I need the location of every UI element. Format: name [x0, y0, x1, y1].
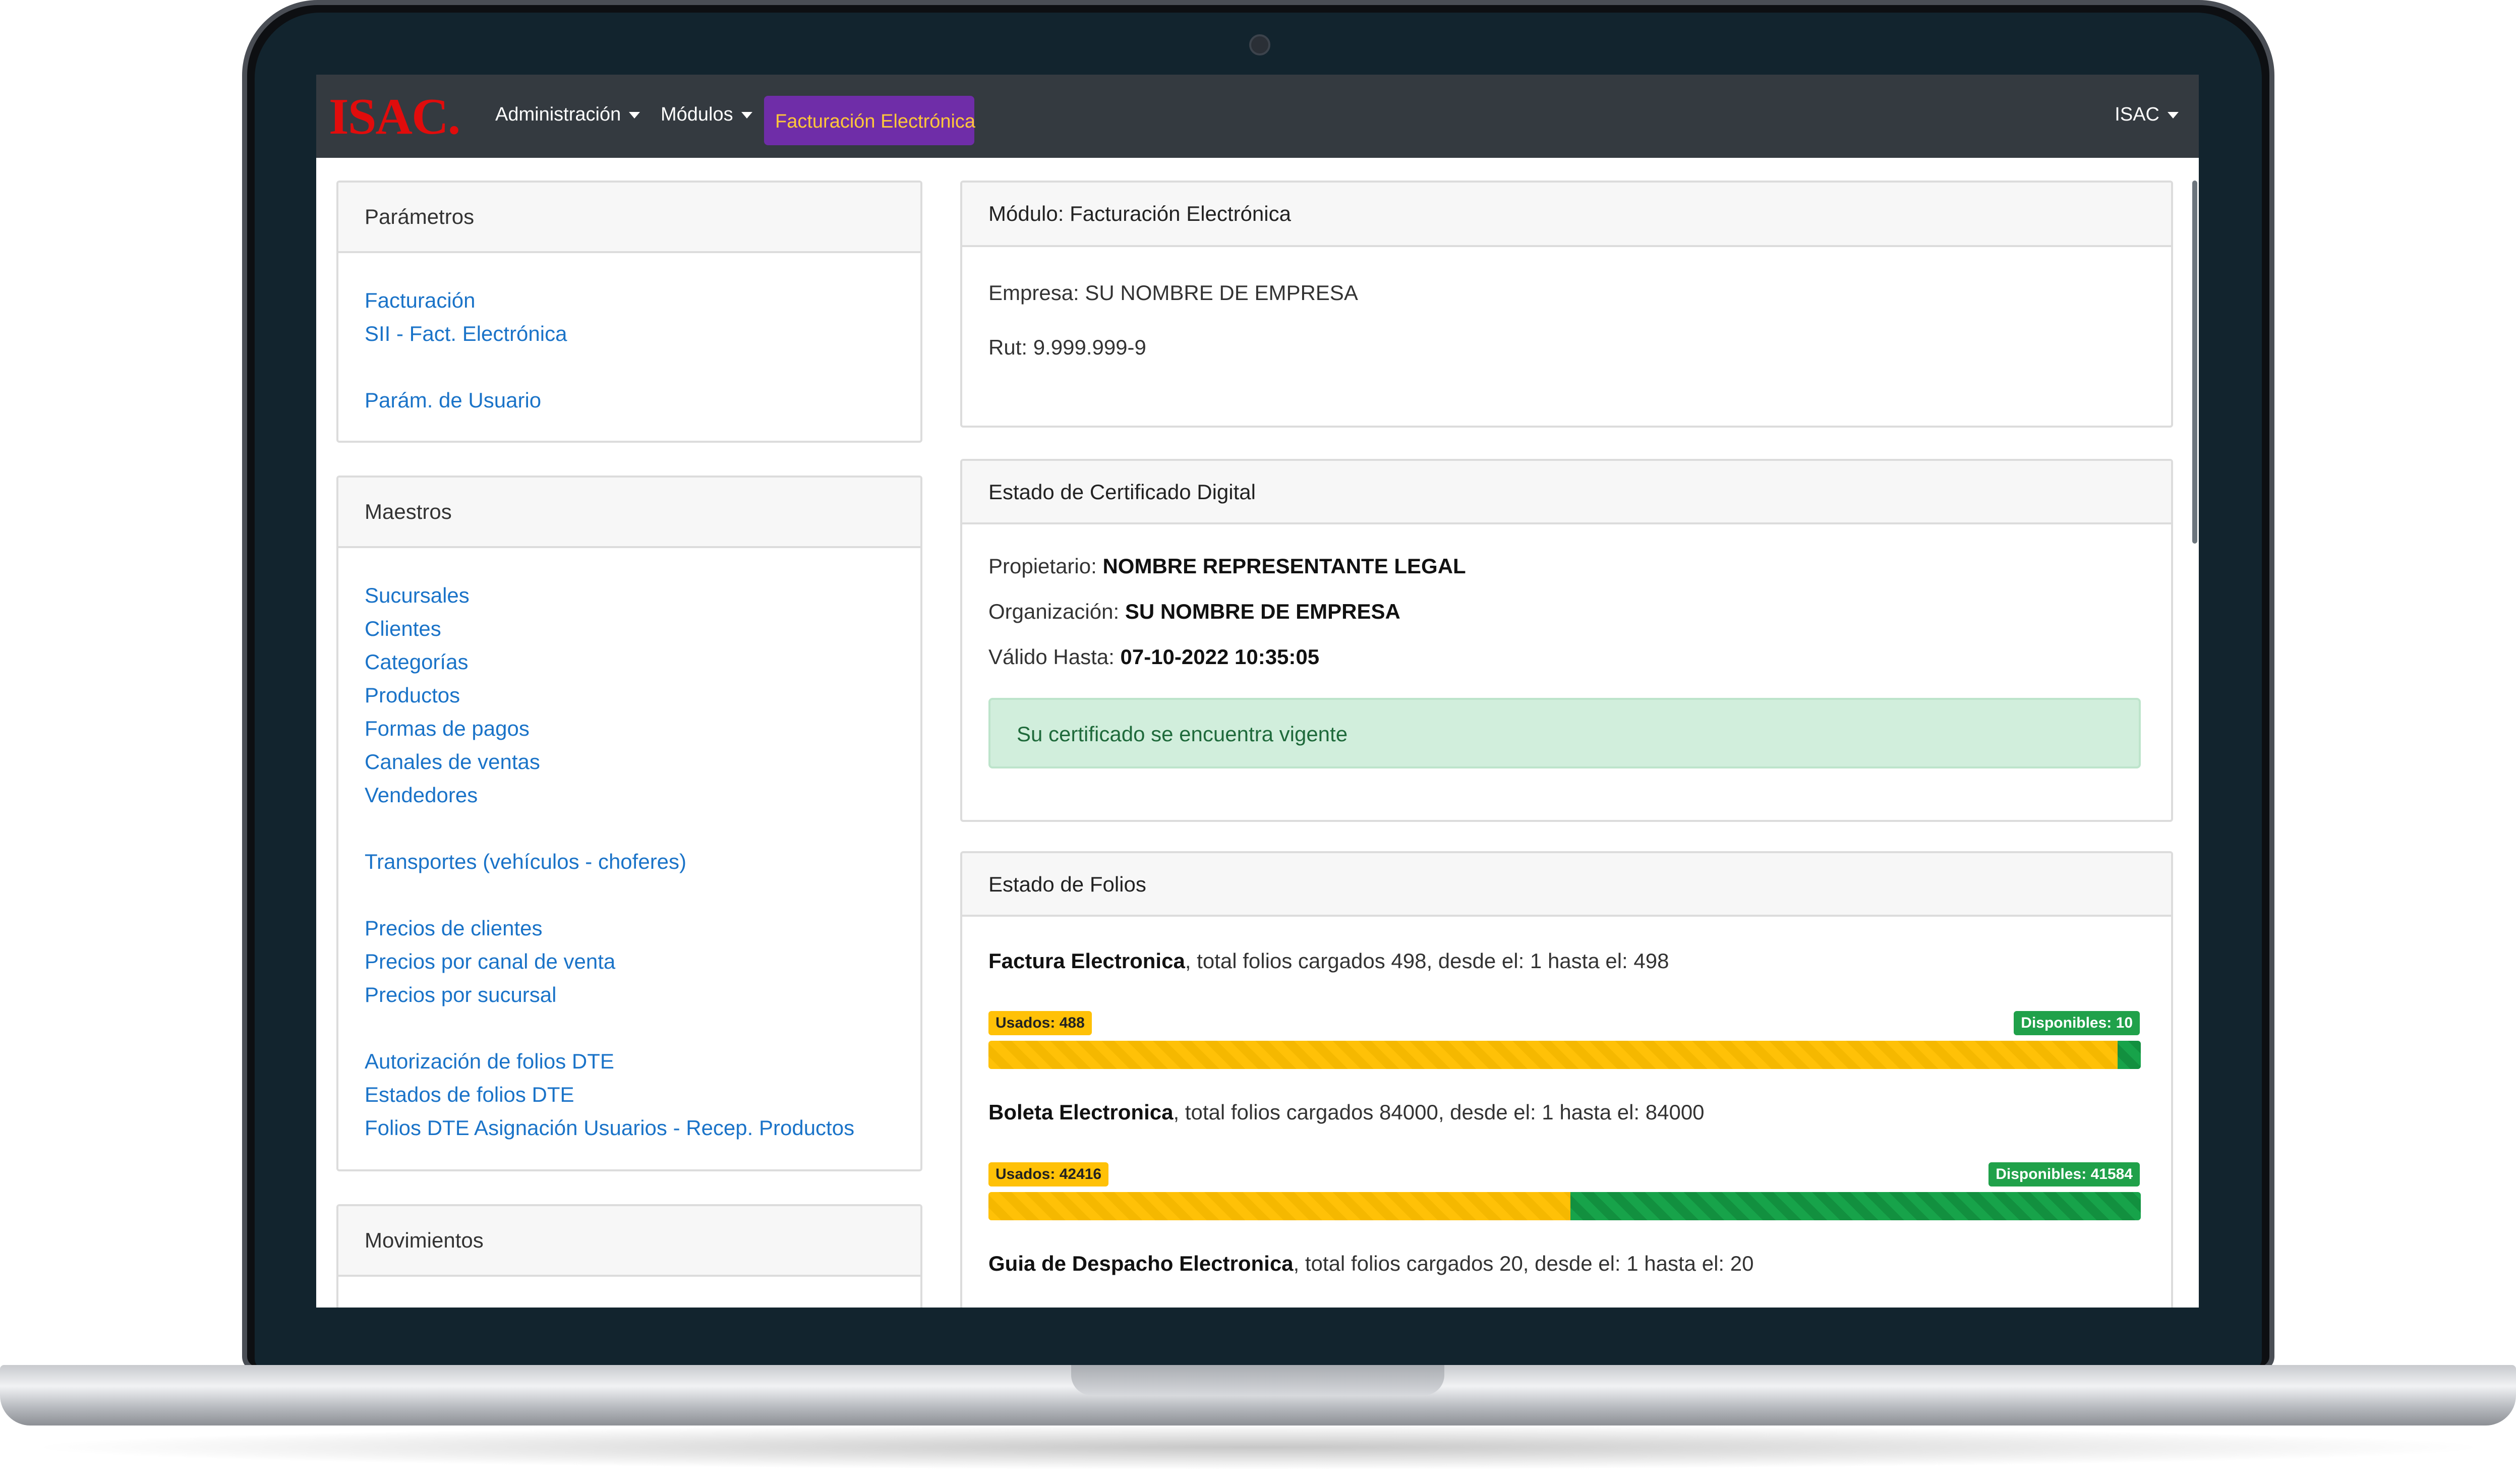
link-param-usuario[interactable]: Parám. de Usuario: [365, 388, 541, 412]
folio-row-boleta: Boleta Electronica, total folios cargado…: [988, 1100, 1705, 1124]
link-autorizacion-folios[interactable]: Autorización de folios DTE: [365, 1049, 614, 1074]
propietario-value: NOMBRE REPRESENTANTE LEGAL: [1102, 554, 1466, 578]
nav-facturacion-electronica[interactable]: Facturación Electrónica: [764, 96, 976, 145]
camera-icon: [1249, 34, 1270, 55]
valido-row: Válido Hasta: 07-10-2022 10:35:05: [988, 645, 1319, 669]
link-precios-por-canal[interactable]: Precios por canal de venta: [365, 949, 615, 974]
laptop-notch: [1071, 1365, 1444, 1395]
nav-modulos-label: Módulos: [661, 104, 733, 125]
link-precios-por-sucursal[interactable]: Precios por sucursal: [365, 983, 556, 1007]
link-sucursales[interactable]: Sucursales: [365, 583, 470, 608]
progress-free: [1570, 1192, 2141, 1220]
valido-value: 07-10-2022 10:35:05: [1120, 645, 1320, 669]
caret-down-icon: [2168, 112, 2179, 119]
propietario-row: Propietario: NOMBRE REPRESENTANTE LEGAL: [988, 554, 1466, 578]
card-title: Módulo: Facturación Electrónica: [988, 202, 1291, 225]
link-categorias[interactable]: Categorías: [365, 650, 468, 674]
folio-detail: , total folios cargados 498, desde el: 1…: [1185, 949, 1669, 973]
link-vendedores[interactable]: Vendedores: [365, 783, 478, 807]
link-facturacion[interactable]: Facturación: [365, 288, 475, 313]
organizacion-value: SU NOMBRE DE EMPRESA: [1125, 600, 1400, 623]
propietario-label: Propietario:: [988, 554, 1103, 578]
card-title: Estado de Certificado Digital: [988, 480, 1256, 504]
card-modulo: Módulo: Facturación Electrónica Empresa:…: [960, 181, 2173, 428]
link-transportes[interactable]: Transportes (vehículos - choferes): [365, 850, 686, 874]
certificado-alert: Su certificado se encuentra vigente: [988, 698, 2141, 768]
caret-down-icon: [741, 112, 752, 119]
card-title: Maestros: [365, 500, 452, 523]
used-badge: Usados: 42416: [988, 1162, 1109, 1186]
progress-used: [988, 1192, 1570, 1220]
caret-down-icon: [629, 112, 640, 119]
organizacion-row: Organización: SU NOMBRE DE EMPRESA: [988, 600, 1400, 624]
link-folios-asignacion[interactable]: Folios DTE Asignación Usuarios - Recep. …: [365, 1116, 854, 1140]
link-precios-de-clientes[interactable]: Precios de clientes: [365, 916, 543, 940]
card-header: Módulo: Facturación Electrónica: [962, 183, 2171, 247]
folio-name: Guia de Despacho Electronica: [988, 1252, 1294, 1275]
folio-name: Boleta Electronica: [988, 1100, 1174, 1124]
folio-detail: , total folios cargados 20, desde el: 1 …: [1293, 1252, 1754, 1275]
user-menu[interactable]: ISAC: [2115, 104, 2179, 126]
folio-row-guia: Guia de Despacho Electronica, total foli…: [988, 1252, 1753, 1276]
nav-modulos[interactable]: Módulos: [661, 104, 752, 126]
folio-progress: [988, 1041, 2141, 1069]
card-header: Movimientos: [338, 1206, 920, 1277]
user-menu-label: ISAC: [2115, 104, 2159, 125]
card-movimientos: Movimientos: [336, 1204, 922, 1308]
card-folios: Estado de Folios Factura Electronica, to…: [960, 851, 2173, 1308]
link-canales-de-ventas[interactable]: Canales de ventas: [365, 750, 540, 774]
valido-label: Válido Hasta:: [988, 645, 1121, 669]
link-clientes[interactable]: Clientes: [365, 617, 441, 641]
link-estados-folios[interactable]: Estados de folios DTE: [365, 1083, 574, 1107]
card-title: Parámetros: [365, 205, 475, 228]
organizacion-label: Organización:: [988, 600, 1125, 623]
scrollbar-thumb[interactable]: [2192, 181, 2197, 544]
link-productos[interactable]: Productos: [365, 683, 460, 707]
card-header: Parámetros: [338, 183, 920, 253]
card-maestros: Maestros Sucursales Clientes Categorías …: [336, 476, 922, 1171]
card-header: Estado de Folios: [962, 853, 2171, 917]
link-formas-de-pagos[interactable]: Formas de pagos: [365, 717, 530, 741]
nav-administracion[interactable]: Administración: [495, 104, 640, 126]
certificado-alert-text: Su certificado se encuentra vigente: [1017, 722, 1348, 746]
nav-facturacion-electronica-label: Facturación Electrónica: [775, 111, 976, 132]
navbar: ISAC. Administración Módulos Facturación…: [316, 75, 2199, 158]
rut-text: Rut: 9.999.999-9: [988, 335, 1146, 359]
folio-progress: [988, 1192, 2141, 1220]
empresa-text: Empresa: SU NOMBRE DE EMPRESA: [988, 281, 1358, 305]
progress-free: [2118, 1041, 2141, 1069]
progress-used: [988, 1041, 2118, 1069]
card-header: Maestros: [338, 478, 920, 548]
app-screen: ISAC. Administración Módulos Facturación…: [316, 75, 2199, 1308]
free-badge: Disponibles: 10: [2014, 1011, 2140, 1035]
card-title: Movimientos: [365, 1228, 484, 1252]
nav-administracion-label: Administración: [495, 104, 621, 125]
used-badge: Usados: 488: [988, 1011, 1092, 1035]
card-header: Estado de Certificado Digital: [962, 461, 2171, 524]
folio-detail: , total folios cargados 84000, desde el:…: [1173, 1100, 1705, 1124]
free-badge: Disponibles: 41584: [1988, 1162, 2140, 1186]
card-parametros: Parámetros Facturación SII - Fact. Elect…: [336, 181, 922, 443]
folio-row-factura: Factura Electronica, total folios cargad…: [988, 949, 1669, 973]
folio-name: Factura Electronica: [988, 949, 1185, 973]
link-sii-fact-electronica[interactable]: SII - Fact. Electrónica: [365, 322, 567, 346]
laptop-shadow: [20, 1424, 2496, 1470]
card-certificado: Estado de Certificado Digital Propietari…: [960, 459, 2173, 822]
card-title: Estado de Folios: [988, 872, 1146, 896]
brand-logo[interactable]: ISAC.: [329, 87, 460, 146]
